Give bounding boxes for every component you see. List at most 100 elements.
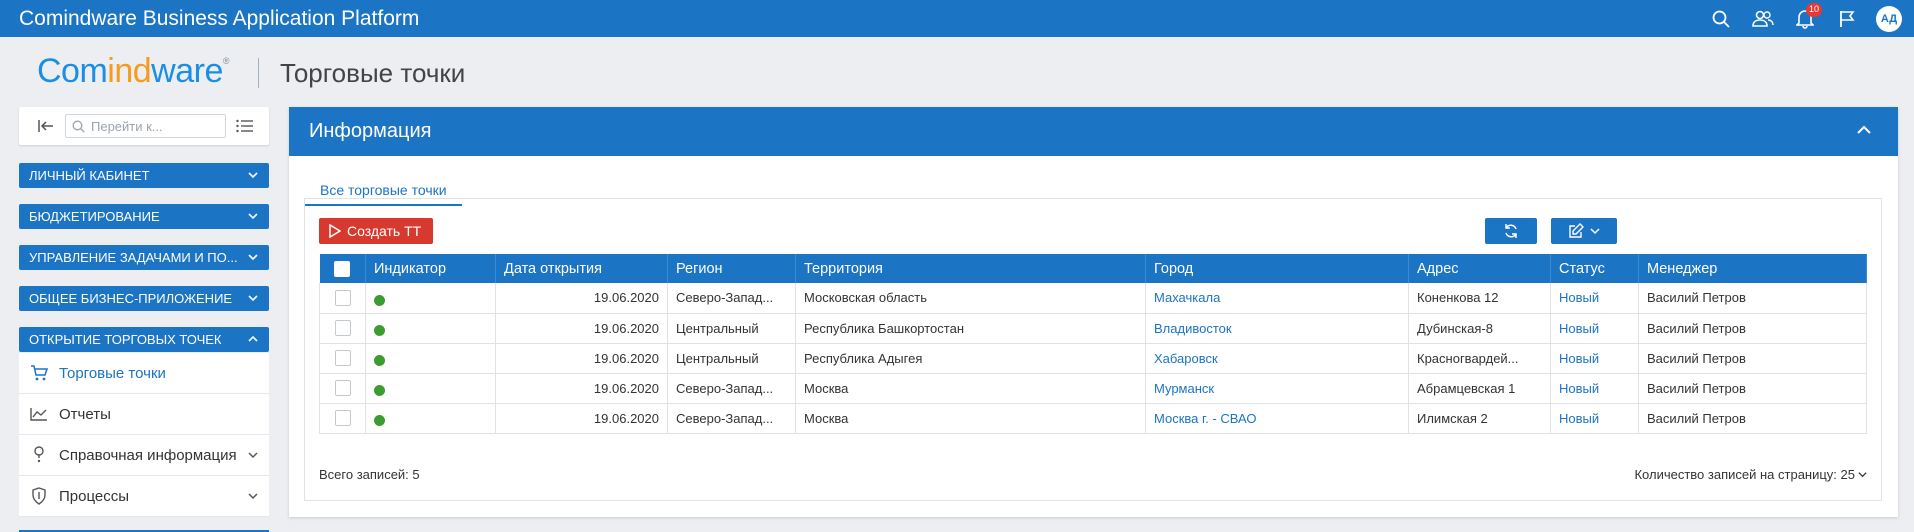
header-divider xyxy=(258,58,259,88)
cell-date: 19.06.2020 xyxy=(495,283,668,314)
shield-icon xyxy=(19,487,59,505)
top-icons: 10 АД xyxy=(1700,0,1914,37)
indicator-dot xyxy=(374,325,385,337)
cell-date: 19.06.2020 xyxy=(495,343,668,374)
cell-status-link[interactable]: Новый xyxy=(1550,403,1639,434)
col-status[interactable]: Статус xyxy=(1550,254,1639,283)
sidebar-item-reports[interactable]: Отчеты xyxy=(19,394,269,435)
table-container: Создать ТТ Индикатор Дата открытия Регио… xyxy=(304,198,1882,501)
sidebar-section-personal[interactable]: Личный кабинет xyxy=(19,163,269,188)
cell-city-link[interactable]: Владивосток xyxy=(1145,313,1409,344)
row-checkbox[interactable] xyxy=(334,380,351,397)
cell-region: Северо-Запад... xyxy=(667,403,796,434)
chart-icon xyxy=(19,407,59,421)
panel-title: Информация xyxy=(309,120,432,142)
cell-region: Центральный xyxy=(667,313,796,344)
cell-status-link[interactable]: Новый xyxy=(1550,313,1639,344)
edit-icon xyxy=(1569,223,1584,238)
col-indicator[interactable]: Индикатор xyxy=(365,254,496,283)
select-all-checkbox[interactable] xyxy=(334,260,351,277)
sidebar-search-box xyxy=(65,114,226,138)
cell-region: Центральный xyxy=(667,343,796,374)
chevron-down-icon xyxy=(248,254,258,261)
cell-city-link[interactable]: Махачкала xyxy=(1145,283,1409,314)
sidebar-search-input[interactable] xyxy=(91,118,211,134)
page-title: Торговые точки xyxy=(280,58,466,88)
cell-region: Северо-Запад... xyxy=(667,373,796,404)
indicator-dot xyxy=(374,355,385,367)
sidebar-item-outlets[interactable]: Торговые точки xyxy=(19,353,269,394)
cell-status-link[interactable]: Новый xyxy=(1550,343,1639,374)
col-territory[interactable]: Территория xyxy=(795,254,1146,283)
sidebar-section-business-app[interactable]: Общее бизнес-приложение xyxy=(19,286,269,311)
cell-manager: Василий Петров xyxy=(1638,403,1867,434)
cell-territory: Москва xyxy=(795,373,1146,404)
flag-icon[interactable] xyxy=(1826,0,1868,37)
cell-status-link[interactable]: Новый xyxy=(1550,283,1639,314)
table-row[interactable]: 19.06.2020 Центральный Республика Башкор… xyxy=(319,313,1867,344)
col-open-date[interactable]: Дата открытия xyxy=(495,254,668,283)
create-outlet-button[interactable]: Создать ТТ xyxy=(319,218,434,244)
play-icon xyxy=(329,224,341,238)
chevron-down-icon xyxy=(248,493,258,500)
col-city[interactable]: Город xyxy=(1145,254,1409,283)
cell-territory: Москва xyxy=(795,403,1146,434)
sidebar-item-reference[interactable]: Справочная информация xyxy=(19,435,269,476)
users-icon[interactable] xyxy=(1742,0,1784,37)
sidebar-section-tasks[interactable]: Управление задачами и по... xyxy=(19,245,269,270)
sidebar-section-outlets[interactable]: Открытие торговых точек xyxy=(19,327,269,352)
outlets-table: Индикатор Дата открытия Регион Территори… xyxy=(319,254,1867,434)
chevron-down-icon xyxy=(248,452,258,459)
indicator-dot xyxy=(374,294,385,306)
row-checkbox[interactable] xyxy=(334,410,351,427)
chevron-up-icon xyxy=(248,335,258,342)
app-title: Comindware Business Application Platform xyxy=(19,6,420,30)
cell-address: Абрамцевская 1 xyxy=(1408,373,1551,404)
row-checkbox[interactable] xyxy=(334,350,351,367)
table-row[interactable]: 19.06.2020 Северо-Запад... Москва Мурман… xyxy=(319,373,1867,404)
cell-address: Дубинская-8 xyxy=(1408,313,1551,344)
row-checkbox[interactable] xyxy=(334,320,351,337)
logo[interactable]: Comindware® xyxy=(37,52,230,91)
cell-status-link[interactable]: Новый xyxy=(1550,373,1639,404)
table-row[interactable]: 19.06.2020 Северо-Запад... Москва Москва… xyxy=(319,403,1867,434)
collapse-sidebar-icon[interactable] xyxy=(31,107,61,145)
search-icon xyxy=(72,120,85,133)
avatar[interactable]: АД xyxy=(1876,5,1902,32)
info-icon xyxy=(19,446,59,464)
cell-address: Илимская 2 xyxy=(1408,403,1551,434)
cell-city-link[interactable]: Мурманск xyxy=(1145,373,1409,404)
bell-icon[interactable]: 10 xyxy=(1784,0,1826,37)
list-view-icon[interactable] xyxy=(236,119,254,133)
cell-address: Красногвардей... xyxy=(1408,343,1551,374)
table-row[interactable]: 19.06.2020 Северо-Запад... Московская об… xyxy=(319,283,1867,314)
info-panel: Информация Все торговые точки Создать ТТ… xyxy=(289,107,1898,517)
cell-city-link[interactable]: Москва г. - СВАО xyxy=(1145,403,1409,434)
chevron-up-icon[interactable] xyxy=(1856,124,1872,136)
cell-territory: Республика Адыгея xyxy=(795,343,1146,374)
refresh-icon xyxy=(1505,224,1517,238)
total-records: Всего записей: 5 xyxy=(319,467,420,482)
cell-manager: Василий Петров xyxy=(1638,373,1867,404)
table-header-row: Индикатор Дата открытия Регион Территори… xyxy=(319,254,1867,283)
col-address[interactable]: Адрес xyxy=(1408,254,1551,283)
search-icon[interactable] xyxy=(1700,0,1742,37)
cell-city-link[interactable]: Хабаровск xyxy=(1145,343,1409,374)
cell-date: 19.06.2020 xyxy=(495,403,668,434)
cell-date: 19.06.2020 xyxy=(495,313,668,344)
edit-menu-button[interactable] xyxy=(1551,218,1617,244)
sidebar-section-budgeting[interactable]: Бюджетирование xyxy=(19,204,269,229)
col-region[interactable]: Регион xyxy=(667,254,796,283)
cell-address: Коненкова 12 xyxy=(1408,283,1551,314)
chevron-down-icon xyxy=(1858,472,1867,478)
refresh-button[interactable] xyxy=(1485,218,1537,244)
table-row[interactable]: 19.06.2020 Центральный Республика Адыгея… xyxy=(319,343,1867,374)
indicator-dot xyxy=(374,385,385,397)
cell-region: Северо-Запад... xyxy=(667,283,796,314)
indicator-dot xyxy=(374,415,385,427)
page-size-selector[interactable]: Количество записей на страницу: 25 xyxy=(1634,467,1867,482)
sidebar-item-processes[interactable]: Процессы xyxy=(19,476,269,517)
cell-manager: Василий Петров xyxy=(1638,343,1867,374)
row-checkbox[interactable] xyxy=(334,290,351,307)
col-manager[interactable]: Менеджер xyxy=(1638,254,1867,283)
